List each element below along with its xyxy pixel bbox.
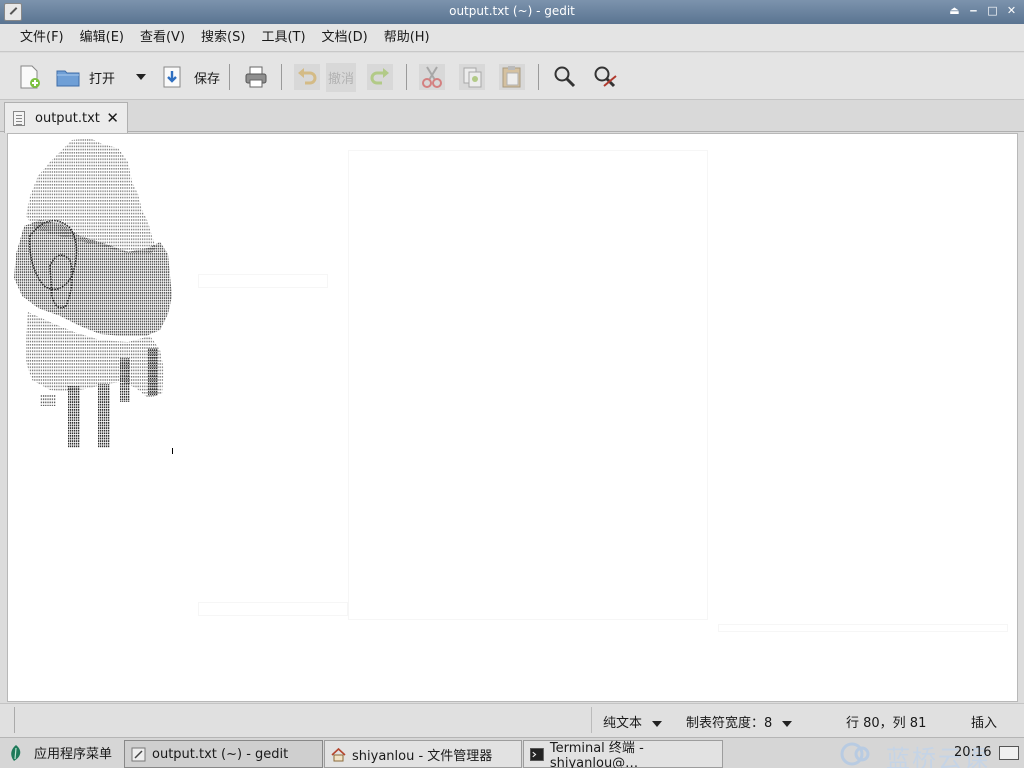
cut-button[interactable] xyxy=(419,62,445,92)
open-label: 打开 xyxy=(89,71,116,87)
task-label: shiyanlou - 文件管理器 xyxy=(352,748,493,764)
save-button[interactable]: 保存 xyxy=(160,62,220,92)
chevron-down-icon xyxy=(782,720,793,727)
redo-button[interactable] xyxy=(367,62,393,92)
insert-mode: 插入 xyxy=(971,716,998,731)
copy-button[interactable] xyxy=(459,62,485,92)
save-download-icon xyxy=(163,66,181,88)
document-tab-bar: output.txt ✕ xyxy=(0,100,1024,133)
taskbar: 应用程序菜单 output.txt (~) - gedit shiyanlou … xyxy=(0,737,1024,768)
toolbar-separator xyxy=(538,64,539,90)
close-window-button[interactable]: ✕ xyxy=(1005,4,1018,17)
applications-menu-label: 应用程序菜单 xyxy=(34,747,113,762)
menu-file[interactable]: 文件(F) xyxy=(12,24,72,52)
status-bar: 纯文本 制表符宽度：8 行 80，列 81 插入 xyxy=(0,703,1024,737)
task-label: Terminal 终端 - shiyanlou@… xyxy=(549,741,644,768)
cursor-position: 行 80，列 81 xyxy=(846,716,927,731)
paste-button[interactable] xyxy=(499,62,525,92)
language-selector[interactable]: 纯文本 xyxy=(603,712,663,731)
find-replace-icon xyxy=(594,66,617,88)
magnifier-icon xyxy=(554,66,576,88)
applications-menu-button[interactable]: 应用程序菜单 xyxy=(8,743,112,762)
maximize-button[interactable]: □ xyxy=(986,4,999,17)
toolbar-separator xyxy=(281,64,282,90)
menu-documents[interactable]: 文档(D) xyxy=(314,24,376,52)
tab-label: output.txt xyxy=(35,110,100,126)
text-document-icon xyxy=(13,110,25,126)
menu-help[interactable]: 帮助(H) xyxy=(376,24,438,52)
printer-icon xyxy=(245,66,267,88)
menu-bar: 文件(F) 编辑(E) 查看(V) 搜索(S) 工具(T) 文档(D) 帮助(H… xyxy=(0,24,1024,52)
window-controls: ⏏ ‒ □ ✕ xyxy=(948,4,1018,17)
task-label: output.txt (~) - gedit xyxy=(152,746,289,762)
faint-artifact xyxy=(198,274,328,288)
language-label: 纯文本 xyxy=(603,716,643,731)
faint-artifact xyxy=(348,150,708,620)
recent-files-dropdown[interactable] xyxy=(126,62,146,92)
menu-view[interactable]: 查看(V) xyxy=(132,24,193,52)
find-replace-button[interactable] xyxy=(592,62,618,92)
open-button[interactable]: 打开 xyxy=(55,62,115,92)
shade-button[interactable]: ⏏ xyxy=(948,4,961,17)
home-folder-icon xyxy=(331,747,346,761)
close-tab-button[interactable]: ✕ xyxy=(106,109,119,127)
terminal-icon xyxy=(530,747,544,761)
task-terminal[interactable]: Terminal 终端 - shiyanlou@… xyxy=(523,740,723,768)
undo-label: 撤消 xyxy=(326,62,357,92)
task-gedit[interactable]: output.txt (~) - gedit xyxy=(124,740,323,768)
toolbar-separator xyxy=(406,64,407,90)
toolbar: 打开 保存 撤消 xyxy=(0,53,1024,100)
tab-width-label: 制表符宽度：8 xyxy=(686,716,773,731)
folder-icon xyxy=(56,70,80,87)
ascii-art-text xyxy=(14,138,173,454)
minimize-button[interactable]: ‒ xyxy=(967,4,980,17)
scissors-icon xyxy=(419,64,445,90)
new-document-icon xyxy=(20,65,40,89)
faint-artifact xyxy=(718,624,1008,632)
window-title: output.txt (~) - gedit xyxy=(449,4,575,18)
undo-button[interactable]: 撤消 xyxy=(294,62,357,92)
print-button[interactable] xyxy=(243,62,269,92)
clipboard-icon xyxy=(499,64,525,90)
menu-tools[interactable]: 工具(T) xyxy=(253,24,313,52)
copy-icon xyxy=(459,64,485,90)
menu-search[interactable]: 搜索(S) xyxy=(193,24,253,52)
tab-output-txt[interactable]: output.txt ✕ xyxy=(4,102,128,133)
chevron-down-icon xyxy=(136,74,146,80)
faint-artifact xyxy=(198,602,348,616)
app-menu-leaf-icon xyxy=(11,744,21,761)
chevron-down-icon xyxy=(652,720,663,727)
status-message-area xyxy=(14,707,592,733)
text-editor-area[interactable] xyxy=(7,133,1018,702)
title-bar: output.txt (~) - gedit ⏏ ‒ □ ✕ xyxy=(0,0,1024,24)
undo-arrow-icon xyxy=(294,64,320,90)
save-label: 保存 xyxy=(194,71,221,87)
gedit-task-icon xyxy=(131,747,146,761)
tab-width-selector[interactable]: 制表符宽度：8 xyxy=(686,712,793,731)
redo-arrow-icon xyxy=(367,64,393,90)
clock: 20:16 xyxy=(954,745,992,760)
find-button[interactable] xyxy=(552,62,578,92)
task-file-manager[interactable]: shiyanlou - 文件管理器 xyxy=(324,740,522,768)
brand-logo-icon xyxy=(840,742,870,766)
new-document-button[interactable] xyxy=(16,62,42,92)
menu-edit[interactable]: 编辑(E) xyxy=(72,24,132,52)
toolbar-separator xyxy=(229,64,230,90)
keyboard-layout-icon[interactable] xyxy=(999,746,1019,760)
